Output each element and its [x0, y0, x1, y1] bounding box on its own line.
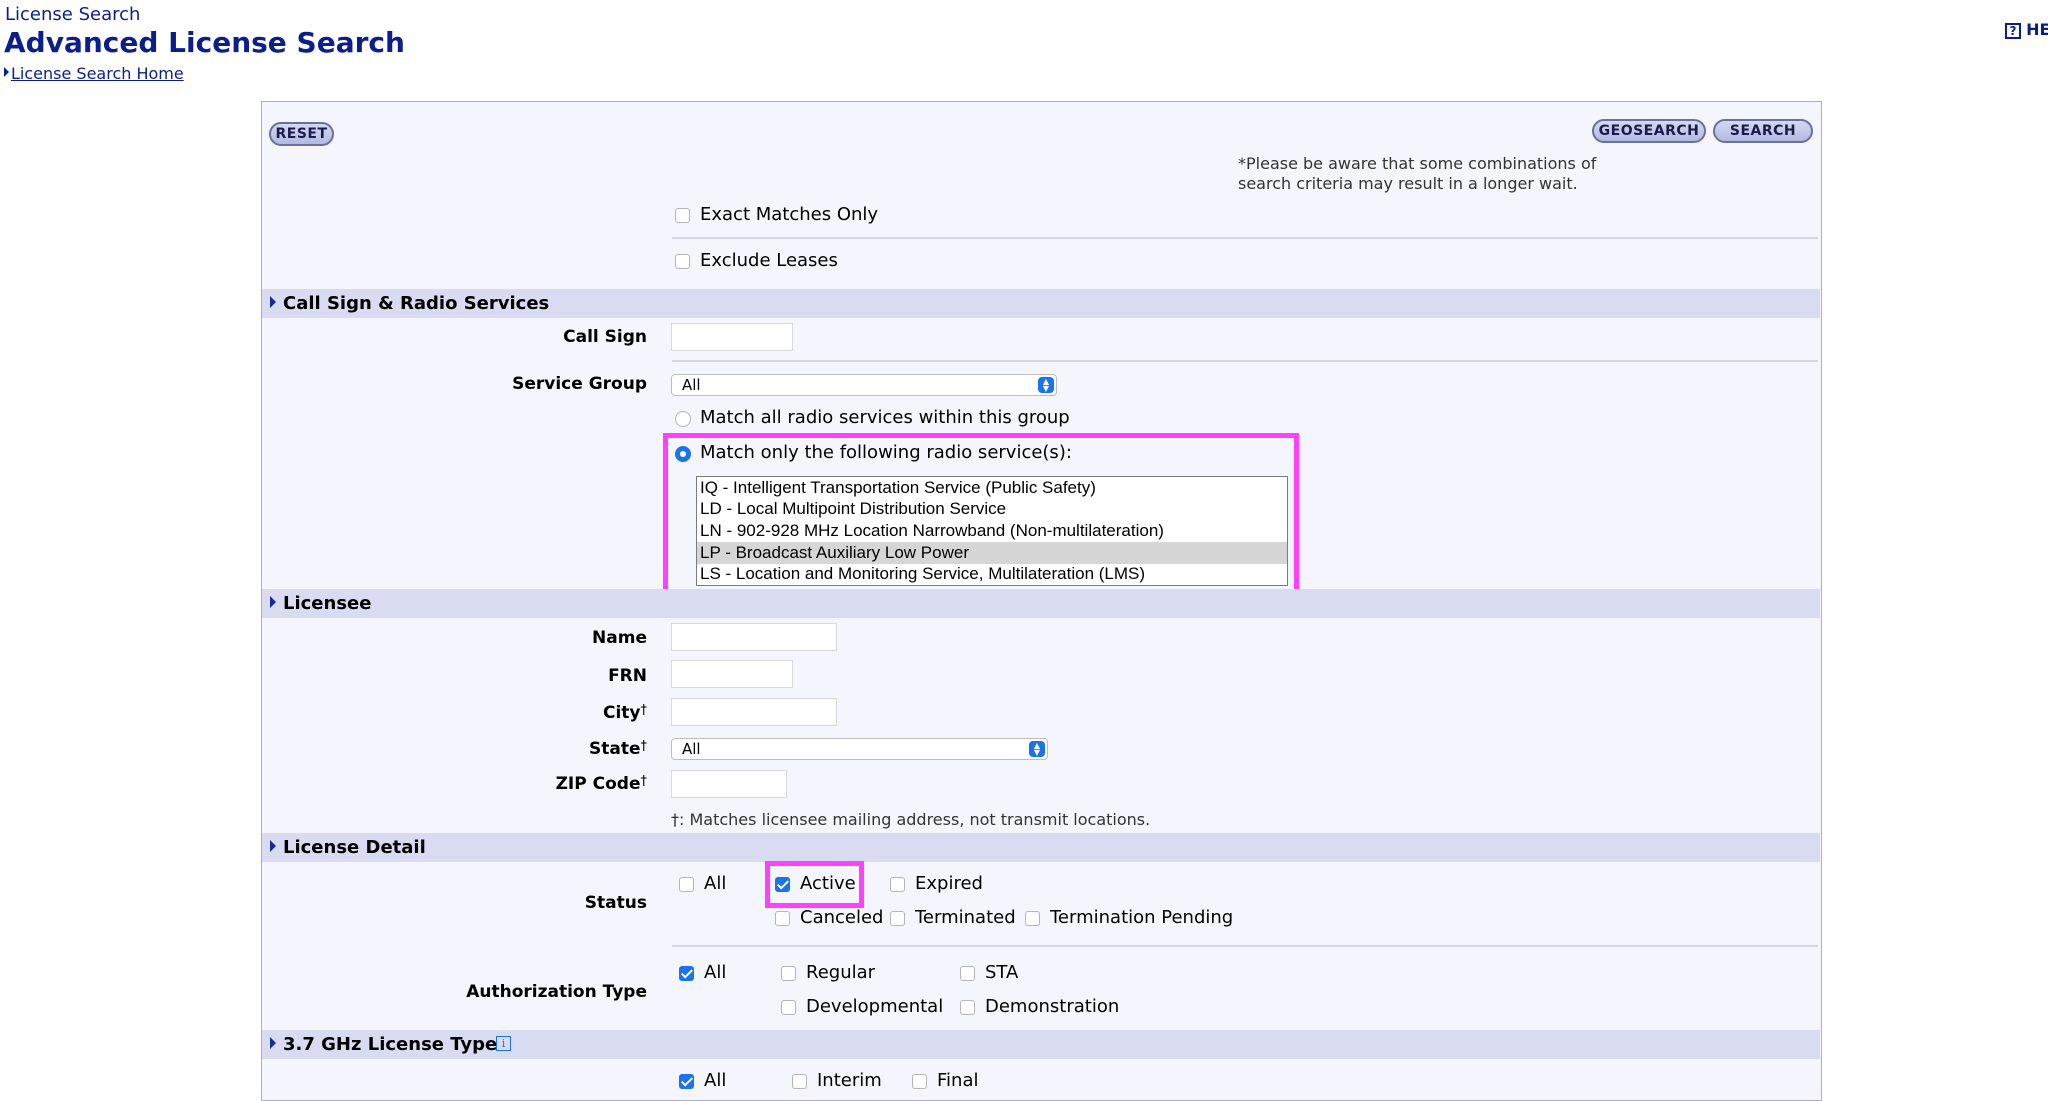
- expand-triangle-icon: [270, 296, 276, 308]
- service-option[interactable]: LD - Local Multipoint Distribution Servi…: [697, 498, 1287, 520]
- auth-sta-checkbox[interactable]: [960, 966, 975, 981]
- call-sign-label: Call Sign: [563, 327, 647, 347]
- service-group-label: Service Group: [512, 374, 647, 394]
- mailing-address-footnote: †: Matches licensee mailing address, not…: [671, 810, 1151, 829]
- auth-developmental-checkbox[interactable]: [781, 1000, 796, 1015]
- wait-notice-line-2: search criteria may result in a longer w…: [1238, 174, 1578, 193]
- auth-sta-label: STA: [985, 962, 1019, 983]
- state-select[interactable]: All ▲ ▼: [671, 738, 1048, 760]
- dagger-mark: †: [640, 739, 648, 754]
- service-option[interactable]: IQ - Intelligent Transportation Service …: [697, 477, 1287, 499]
- match-all-radio[interactable]: [675, 411, 691, 427]
- section-3-7-ghz-license-type[interactable]: 3.7 GHz License Type i: [262, 1030, 1820, 1059]
- exclude-leases-label: Exclude Leases: [700, 250, 838, 271]
- section-title: Licensee: [283, 593, 372, 614]
- state-label: State†: [589, 739, 647, 759]
- service-group-value: All: [682, 376, 701, 394]
- service-option[interactable]: LS - Location and Monitoring Service, Mu…: [697, 563, 1287, 585]
- match-all-label: Match all radio services within this gro…: [700, 407, 1070, 428]
- section-call-sign-radio-services[interactable]: Call Sign & Radio Services: [262, 289, 1820, 318]
- divider: [672, 945, 1818, 947]
- divider: [672, 237, 1818, 239]
- status-canceled-label: Canceled: [800, 907, 884, 928]
- dagger-mark: †: [640, 703, 648, 718]
- ghz-interim-checkbox[interactable]: [792, 1074, 807, 1089]
- radio-services-listbox[interactable]: IQ - Intelligent Transportation Service …: [696, 476, 1288, 586]
- auth-demonstration-checkbox[interactable]: [960, 1000, 975, 1015]
- name-label: Name: [592, 628, 647, 648]
- service-option[interactable]: LN - 902-928 MHz Location Narrowband (No…: [697, 520, 1287, 542]
- status-terminated-checkbox[interactable]: [890, 911, 905, 926]
- status-termination-pending-checkbox[interactable]: [1025, 911, 1040, 926]
- section-title: Call Sign & Radio Services: [283, 293, 550, 314]
- auth-demonstration-label: Demonstration: [985, 996, 1120, 1017]
- geosearch-button[interactable]: GEOSEARCH: [1592, 119, 1706, 143]
- expand-triangle-icon: [270, 840, 276, 852]
- ghz-final-checkbox[interactable]: [912, 1074, 927, 1089]
- section-licensee[interactable]: Licensee: [262, 589, 1820, 618]
- call-sign-input[interactable]: [671, 323, 793, 351]
- reset-button[interactable]: RESET: [269, 122, 334, 146]
- status-termination-pending-label: Termination Pending: [1050, 907, 1234, 928]
- status-all-checkbox[interactable]: [679, 877, 694, 892]
- section-title: 3.7 GHz License Type: [283, 1034, 498, 1055]
- wait-notice-line-1: *Please be aware that some combinations …: [1238, 154, 1597, 173]
- match-only-radio[interactable]: [675, 446, 691, 462]
- help-icon: ?: [2005, 23, 2021, 39]
- name-input[interactable]: [671, 623, 837, 651]
- select-arrows-icon: ▲ ▼: [1029, 741, 1045, 757]
- select-arrows-icon: ▲ ▼: [1038, 377, 1054, 393]
- ghz-all-checkbox[interactable]: [679, 1074, 694, 1089]
- exclude-leases-checkbox[interactable]: [675, 254, 690, 269]
- state-label-text: State: [589, 739, 641, 759]
- auth-developmental-label: Developmental: [806, 996, 944, 1017]
- expand-triangle-icon: [270, 1037, 276, 1049]
- divider: [672, 360, 1818, 362]
- license-search-home-link[interactable]: License Search Home: [11, 64, 184, 83]
- frn-label: FRN: [608, 666, 647, 686]
- zip-code-input[interactable]: [671, 770, 787, 798]
- match-only-label: Match only the following radio service(s…: [700, 442, 1072, 463]
- page-title: Advanced License Search: [4, 26, 405, 59]
- city-label: City†: [603, 703, 647, 723]
- zip-code-label: ZIP Code†: [556, 774, 647, 794]
- state-value: All: [682, 740, 701, 758]
- help-link[interactable]: ? HE: [2005, 20, 2048, 39]
- section-title: License Detail: [283, 837, 426, 858]
- status-all-label: All: [704, 873, 727, 894]
- home-link-arrow-icon: [4, 67, 9, 77]
- expand-triangle-icon: [270, 596, 276, 608]
- city-label-text: City: [602, 703, 641, 723]
- status-terminated-label: Terminated: [915, 907, 1016, 928]
- zip-code-label-text: ZIP Code: [555, 774, 641, 794]
- status-label: Status: [584, 893, 647, 913]
- service-group-select[interactable]: All ▲ ▼: [671, 374, 1057, 396]
- auth-all-checkbox[interactable]: [679, 966, 694, 981]
- dagger-mark: †: [640, 774, 648, 789]
- info-icon[interactable]: i: [496, 1036, 511, 1051]
- exact-matches-checkbox[interactable]: [675, 208, 690, 223]
- auth-regular-label: Regular: [806, 962, 876, 983]
- exact-matches-label: Exact Matches Only: [700, 204, 879, 225]
- status-expired-checkbox[interactable]: [890, 877, 905, 892]
- status-active-label: Active: [800, 873, 856, 894]
- breadcrumb: License Search: [5, 4, 141, 25]
- authorization-type-label: Authorization Type: [466, 982, 647, 1002]
- section-license-detail[interactable]: License Detail: [262, 833, 1820, 862]
- status-canceled-checkbox[interactable]: [775, 911, 790, 926]
- auth-regular-checkbox[interactable]: [781, 966, 796, 981]
- service-option-selected[interactable]: LP - Broadcast Auxiliary Low Power: [697, 542, 1287, 564]
- search-button[interactable]: SEARCH: [1713, 119, 1813, 143]
- status-active-checkbox[interactable]: [775, 877, 790, 892]
- help-label: HE: [2026, 20, 2048, 39]
- auth-all-label: All: [704, 962, 727, 983]
- wait-notice: *Please be aware that some combinations …: [1238, 154, 1596, 194]
- status-expired-label: Expired: [915, 873, 983, 894]
- frn-input[interactable]: [671, 660, 793, 688]
- city-input[interactable]: [671, 698, 837, 726]
